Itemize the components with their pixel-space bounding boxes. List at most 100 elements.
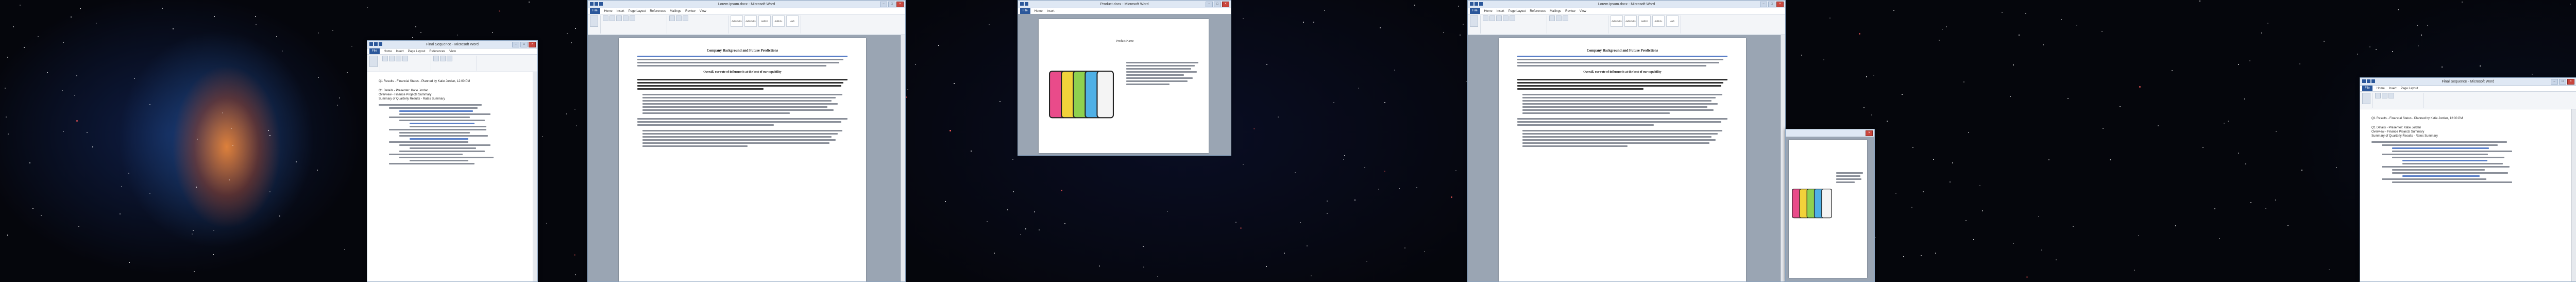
close-button[interactable]: × [1866,130,1873,136]
quick-access-toolbar[interactable] [369,42,382,46]
document-area[interactable]: Company Background and Future Prediction… [588,35,905,281]
tab-home[interactable]: Home [384,50,392,53]
bold-icon[interactable] [603,15,608,21]
maximize-button[interactable]: □ [1768,2,1775,7]
style-normal[interactable]: AaBbCcDc [731,15,743,27]
underline-icon[interactable] [396,56,401,61]
tab-references[interactable]: References [429,50,445,53]
paste-icon[interactable] [2362,93,2370,104]
paste-icon[interactable] [1470,15,1478,27]
vertical-scrollbar[interactable] [1781,35,1785,281]
minimize-button[interactable]: – [1760,2,1767,7]
minimize-button[interactable]: – [2551,79,2558,85]
title-bar[interactable]: Final Sequence - Microsoft Word – □ × [2360,78,2576,86]
paste-icon[interactable] [590,15,598,27]
close-button[interactable]: × [896,2,904,7]
tab-insert[interactable]: Insert [2389,87,2397,90]
minimize-button[interactable]: – [880,2,887,7]
quick-access-toolbar[interactable] [1470,2,1483,6]
minimize-button[interactable]: – [1206,2,1213,7]
word-window-phones[interactable]: Product.docx - Microsoft Word – □ × File H… [1018,0,1231,156]
close-button[interactable]: × [1776,2,1784,7]
tab-mailings[interactable]: Mailings [1550,10,1561,13]
style-normal[interactable]: AaBbCcDc [1611,15,1623,27]
title-bar[interactable]: Lorem ipsum.docx - Microsoft Word – □ × [588,1,905,8]
close-button[interactable]: × [2567,79,2574,85]
document-page[interactable]: Company Background and Future Prediction… [619,38,866,281]
tab-insert[interactable]: Insert [1497,10,1504,13]
numbering-icon[interactable] [440,56,446,61]
vertical-scrollbar[interactable] [2571,109,2576,281]
tab-page-layout[interactable]: Page Layout [408,50,426,53]
tab-home[interactable]: Home [2377,87,2385,90]
style-title[interactable]: AaB [786,15,799,27]
vertical-scrollbar[interactable] [533,72,537,281]
style-heading-2[interactable]: AaBbCc [772,15,785,27]
outline-view[interactable]: Q1 Results - Financial Status - Planned … [2360,109,2576,281]
tab-home[interactable]: Home [1484,10,1493,13]
tab-home[interactable]: Home [1035,10,1043,13]
document-area[interactable]: Company Background and Future Prediction… [1468,35,1785,281]
bold-icon[interactable] [382,56,388,61]
maximize-button[interactable]: □ [2559,79,2566,85]
word-window-phones-small[interactable]: × [1785,129,1875,282]
highlight-icon[interactable] [623,15,629,21]
tab-view[interactable]: View [449,50,456,53]
close-button[interactable]: × [1222,2,1229,7]
quick-access-toolbar[interactable] [2362,79,2375,83]
font-color-icon[interactable] [630,15,635,21]
maximize-button[interactable]: □ [520,42,528,47]
tab-page-layout[interactable]: Page Layout [629,10,646,13]
title-bar[interactable]: Final Sequence - Microsoft Word – □ × [367,41,537,48]
tab-review[interactable]: Review [1565,10,1575,13]
style-no-spacing[interactable]: AaBbCcDc [744,15,757,27]
tab-file[interactable]: File [1470,8,1480,14]
style-no-spacing[interactable]: AaBbCcDc [1624,15,1637,27]
bold-icon[interactable] [1483,15,1488,21]
word-window-outline-right[interactable]: Final Sequence - Microsoft Word – □ × File… [2360,77,2576,282]
minimize-button[interactable]: – [512,42,519,47]
tab-file[interactable]: File [2362,86,2372,91]
document-area[interactable]: Product Name [1018,14,1231,155]
tab-page-layout[interactable]: Page Layout [1509,10,1526,13]
title-bar[interactable]: × [1786,129,1874,137]
style-heading-2[interactable]: AaBbCc [1652,15,1665,27]
font-color-icon[interactable] [1510,15,1515,21]
quick-access-toolbar[interactable] [590,2,603,6]
style-title[interactable]: AaB [1666,15,1679,27]
italic-icon[interactable] [2382,93,2387,98]
tab-file[interactable]: File [1020,8,1030,14]
tab-insert[interactable]: Insert [396,50,404,53]
bold-icon[interactable] [2375,93,2381,98]
tab-view[interactable]: View [700,10,706,13]
quick-access-toolbar[interactable] [1020,2,1028,6]
tab-insert[interactable]: Insert [1047,10,1055,13]
maximize-button[interactable]: □ [1214,2,1221,7]
document-page[interactable]: Company Background and Future Prediction… [1499,38,1746,281]
word-window-outline-left[interactable]: Final Sequence - Microsoft Word – □ × File… [367,40,538,282]
align-left-icon[interactable] [447,56,452,61]
tab-file[interactable]: File [369,48,380,54]
tab-references[interactable]: References [650,10,666,13]
align-center-icon[interactable] [683,15,688,21]
tab-insert[interactable]: Insert [617,10,624,13]
paste-icon[interactable] [369,56,378,67]
tab-references[interactable]: References [1530,10,1546,13]
tab-review[interactable]: Review [685,10,696,13]
italic-icon[interactable] [1489,15,1495,21]
word-window-doc-left[interactable]: Lorem ipsum.docx - Microsoft Word – □ × Fi… [587,0,906,282]
numbering-icon[interactable] [676,15,682,21]
font-color-icon[interactable] [402,56,408,61]
underline-icon[interactable] [2388,93,2394,98]
italic-icon[interactable] [389,56,395,61]
align-center-icon[interactable] [1563,15,1568,21]
maximize-button[interactable]: □ [888,2,895,7]
vertical-scrollbar[interactable] [901,35,905,281]
outline-view[interactable]: Q1 Results - Financial Status - Planned … [367,72,537,281]
document-page[interactable] [1789,140,1867,278]
tab-view[interactable]: View [1580,10,1586,13]
title-bar[interactable]: Product.docx - Microsoft Word – □ × [1018,1,1231,8]
document-page[interactable]: Product Name [1039,19,1209,153]
underline-icon[interactable] [1496,15,1502,21]
tab-file[interactable]: File [590,8,600,14]
